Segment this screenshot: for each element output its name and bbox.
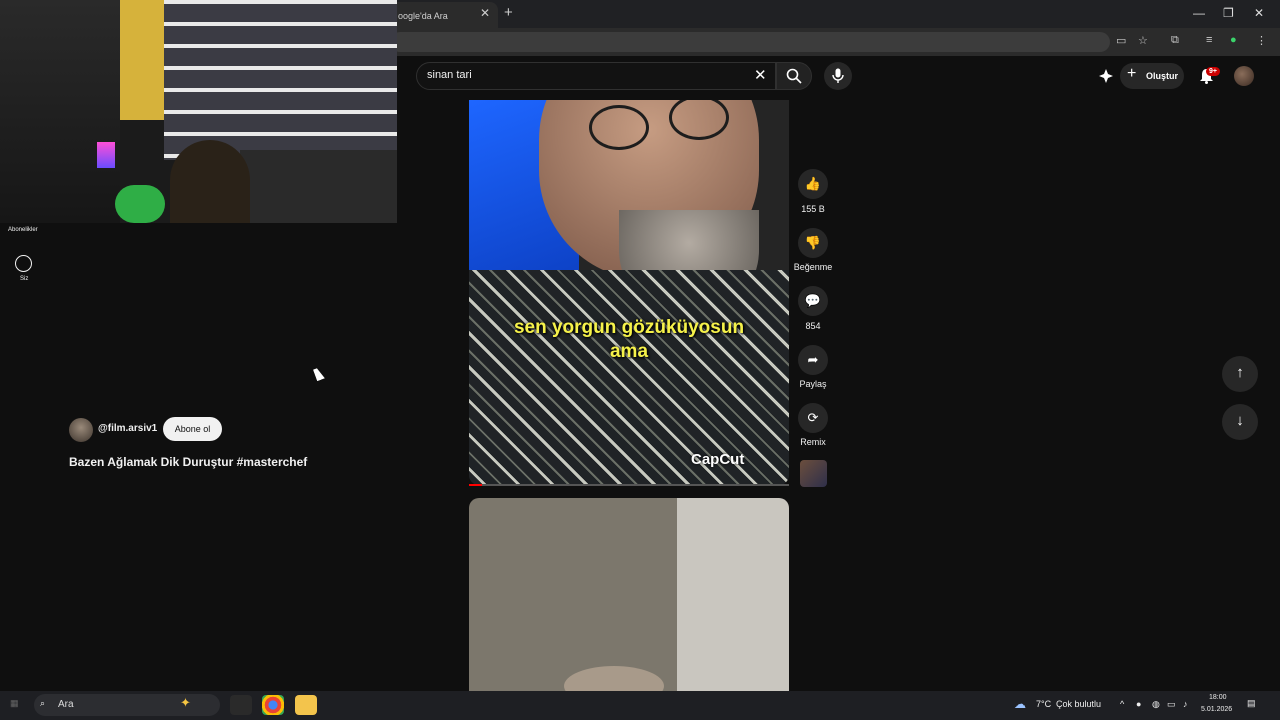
taskbar-search-icon: ⌕ bbox=[40, 698, 46, 708]
tray-mic-icon[interactable]: ● bbox=[1136, 699, 1141, 709]
user-circle-icon[interactable] bbox=[15, 255, 32, 272]
install-icon[interactable]: ▭ bbox=[1116, 34, 1126, 47]
arrow-down-icon: ↓ bbox=[1236, 412, 1244, 429]
address-bar[interactable] bbox=[390, 32, 1110, 52]
webcam-shelf bbox=[164, 0, 397, 160]
weather-temp[interactable]: 7°C bbox=[1036, 699, 1051, 709]
share-icon: ➦ bbox=[807, 352, 819, 367]
create-label: Oluştur bbox=[1146, 71, 1179, 81]
weather-cloud-icon: ☁ bbox=[1014, 697, 1026, 711]
webcam-wall bbox=[0, 0, 120, 223]
share-button[interactable]: ➦ bbox=[798, 345, 828, 375]
notification-center-icon[interactable]: ▤ bbox=[1247, 698, 1256, 709]
sidebar-item-subscriptions[interactable]: Abonelikler bbox=[8, 227, 38, 233]
webcam-chair bbox=[115, 185, 165, 223]
profile-icon[interactable]: ● bbox=[1230, 34, 1237, 46]
next-short-stone bbox=[564, 666, 664, 691]
search-button[interactable] bbox=[776, 62, 812, 90]
tray-network-icon[interactable]: ◍ bbox=[1152, 699, 1160, 710]
tab-title: oogle'da Ara bbox=[398, 11, 448, 21]
taskbar-time[interactable]: 18:00 bbox=[1209, 694, 1227, 701]
comment-icon: 💬 bbox=[804, 293, 822, 308]
channel-avatar[interactable] bbox=[69, 418, 93, 442]
capcut-watermark: CapCut bbox=[691, 451, 745, 468]
dislike-label: Beğenme bbox=[793, 262, 833, 272]
search-query-text: sinan tari bbox=[427, 69, 472, 81]
remix-label: Remix bbox=[800, 437, 826, 447]
taskbar-search-placeholder: Ara bbox=[58, 699, 74, 710]
ai-sparkle-icon[interactable] bbox=[1098, 68, 1114, 84]
new-tab-button[interactable]: + bbox=[504, 4, 513, 21]
comment-count: 854 bbox=[805, 321, 821, 331]
start-icon[interactable]: ▦ bbox=[10, 698, 19, 709]
arrow-up-icon: ↑ bbox=[1236, 364, 1244, 381]
tray-display-icon[interactable]: ▭ bbox=[1167, 699, 1176, 710]
media-icon[interactable]: ≡ bbox=[1206, 34, 1212, 46]
weather-desc[interactable]: Çok bulutlu bbox=[1056, 699, 1101, 709]
plus-icon: + bbox=[1127, 65, 1137, 82]
channel-handle[interactable]: @film.arsiv1 bbox=[98, 423, 157, 434]
webcam-rgb-light bbox=[97, 142, 115, 168]
mouse-cursor bbox=[313, 366, 325, 382]
webcam-yellow-panel bbox=[120, 0, 164, 120]
dislike-button[interactable]: 👎 bbox=[798, 228, 828, 258]
next-short-button[interactable]: ↓ bbox=[1222, 404, 1258, 440]
bookmark-star-icon[interactable]: ☆ bbox=[1138, 34, 1148, 47]
notification-badge: 9+ bbox=[1206, 67, 1220, 76]
voice-search-button[interactable] bbox=[824, 62, 852, 90]
subscribe-label: Abone ol bbox=[174, 424, 211, 434]
next-short-preview[interactable] bbox=[469, 498, 789, 691]
webcam-desk bbox=[240, 150, 397, 223]
video-caption: sen yorgun gözüküyosun ama bbox=[469, 316, 789, 364]
dislike-icon: 👎 bbox=[804, 235, 822, 250]
caption-line-2: ama bbox=[609, 341, 649, 362]
remix-icon: ⟳ bbox=[807, 410, 819, 425]
maximize-button[interactable]: ❐ bbox=[1223, 6, 1234, 20]
sidebar-item-you[interactable]: Siz bbox=[20, 276, 28, 282]
video-glasses-left bbox=[589, 105, 649, 150]
taskbar-app-clock[interactable] bbox=[230, 695, 252, 715]
shorts-video-player[interactable]: sen yorgun gözüküyosun ama CapCut bbox=[469, 100, 789, 485]
extensions-icon[interactable]: ⧉ bbox=[1171, 34, 1179, 47]
clear-search-icon[interactable]: ✕ bbox=[754, 66, 767, 84]
taskbar-date[interactable]: 5.01.2026 bbox=[1201, 706, 1232, 713]
remix-button[interactable]: ⟳ bbox=[798, 403, 828, 433]
share-label: Paylaş bbox=[799, 379, 827, 389]
like-count: 155 B bbox=[801, 204, 825, 214]
caption-line-1: sen yorgun gözüküyosun bbox=[513, 317, 745, 338]
progress-track[interactable] bbox=[469, 484, 789, 486]
search-icon bbox=[786, 68, 802, 84]
progress-fill bbox=[469, 484, 482, 486]
webcam-overlay bbox=[0, 0, 397, 223]
video-title[interactable]: Bazen Ağlamak Dik Duruştur #masterchef bbox=[69, 455, 307, 469]
chrome-icon[interactable] bbox=[262, 695, 284, 715]
like-icon: 👍 bbox=[804, 176, 822, 191]
like-button[interactable]: 👍 bbox=[798, 169, 828, 199]
close-window-button[interactable]: ✕ bbox=[1254, 6, 1264, 20]
microphone-icon bbox=[832, 68, 844, 83]
tray-chevron-icon[interactable]: ^ bbox=[1120, 699, 1124, 709]
comment-button[interactable]: 💬 bbox=[798, 286, 828, 316]
tab-close-icon[interactable]: ✕ bbox=[480, 6, 490, 20]
file-explorer-icon[interactable] bbox=[295, 695, 317, 715]
tray-volume-icon[interactable]: ♪ bbox=[1183, 699, 1188, 709]
sound-thumbnail[interactable] bbox=[800, 460, 827, 487]
minimize-button[interactable]: — bbox=[1193, 6, 1205, 20]
subscribe-button[interactable]: Abone ol bbox=[163, 417, 222, 441]
copilot-sparkle-icon[interactable]: ✦ bbox=[180, 695, 191, 711]
browser-menu-icon[interactable]: ⋮ bbox=[1256, 34, 1267, 47]
account-avatar[interactable] bbox=[1234, 66, 1254, 86]
webcam-person bbox=[170, 140, 250, 223]
previous-short-button[interactable]: ↑ bbox=[1222, 356, 1258, 392]
